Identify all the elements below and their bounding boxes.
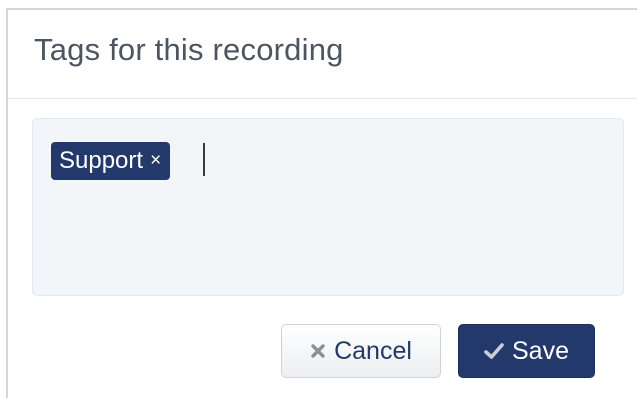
tag-remove-icon[interactable]: × [150,142,161,180]
close-icon [310,343,326,359]
cancel-button[interactable]: Cancel [281,324,441,378]
tags-input-field[interactable]: Support × [32,118,624,296]
dialog-title: Tags for this recording [34,32,344,67]
cancel-label: Cancel [334,336,412,365]
tags-dialog: Tags for this recording Support × Cancel… [6,8,637,398]
tag-chip-support: Support × [51,142,171,180]
tag-label: Support [59,147,144,174]
save-label: Save [512,336,569,365]
header-divider [8,98,637,99]
check-icon [484,343,504,359]
save-button[interactable]: Save [458,324,595,378]
tag-text-input[interactable] [199,141,579,177]
